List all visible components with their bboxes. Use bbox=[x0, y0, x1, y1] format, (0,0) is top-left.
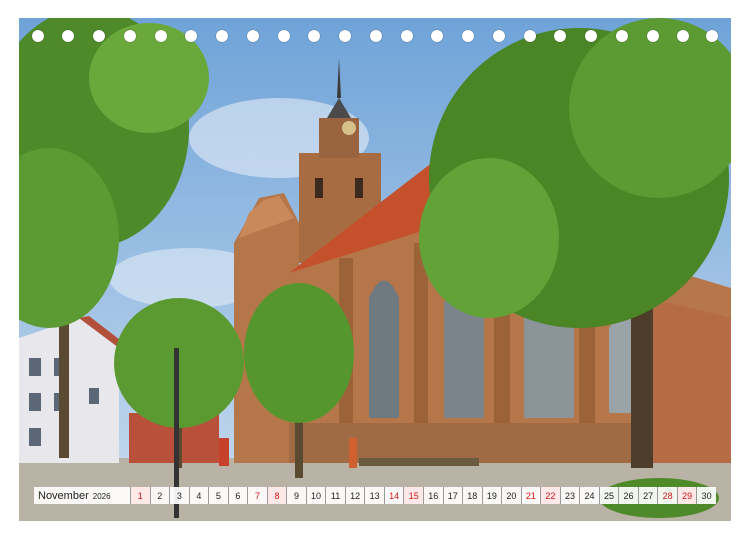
day-cell: 7 bbox=[247, 487, 267, 504]
day-cell: 26 bbox=[618, 487, 638, 504]
day-cell: 5 bbox=[208, 487, 228, 504]
day-cell: 15 bbox=[403, 487, 423, 504]
binding-hole bbox=[247, 30, 259, 42]
month-name: November bbox=[38, 489, 89, 502]
calendar-photo bbox=[19, 18, 731, 521]
binding-hole bbox=[647, 30, 659, 42]
binding-holes bbox=[19, 30, 731, 48]
binding-hole bbox=[93, 30, 105, 42]
white-house bbox=[19, 316, 124, 463]
binding-hole bbox=[401, 30, 413, 42]
day-cell: 29 bbox=[676, 487, 697, 504]
binding-hole bbox=[339, 30, 351, 42]
binding-hole bbox=[462, 30, 474, 42]
day-cell: 17 bbox=[442, 487, 463, 504]
brick-wall bbox=[649, 298, 731, 463]
day-cell: 27 bbox=[637, 487, 658, 504]
day-cell: 23 bbox=[559, 487, 580, 504]
binding-hole bbox=[370, 30, 382, 42]
binding-hole bbox=[308, 30, 320, 42]
binding-hole bbox=[493, 30, 505, 42]
binding-hole bbox=[124, 30, 136, 42]
day-cell: 18 bbox=[462, 487, 482, 504]
binding-hole bbox=[706, 30, 718, 42]
binding-hole bbox=[677, 30, 689, 42]
red-pillar bbox=[219, 438, 229, 466]
calendar-strip: November 2026 1 2 3 4 5 6 7 8 9 10 11 12 13 14 15 16 17 18… bbox=[34, 487, 716, 504]
day-cells: 1 2 3 4 5 6 7 8 9 10 11 12 13 14 15 16 17 18 19 20 21 22 23 24 2… bbox=[130, 487, 716, 504]
benches bbox=[359, 458, 479, 466]
binding-hole bbox=[62, 30, 74, 42]
day-cell: 28 bbox=[657, 487, 677, 504]
day-cell: 19 bbox=[481, 487, 502, 504]
day-cell: 20 bbox=[501, 487, 521, 504]
year: 2026 bbox=[92, 491, 111, 501]
day-cell: 22 bbox=[540, 487, 560, 504]
day-cell: 14 bbox=[383, 487, 404, 504]
day-cell: 30 bbox=[696, 487, 716, 504]
binding-hole bbox=[278, 30, 290, 42]
day-cell: 8 bbox=[266, 487, 287, 504]
binding-hole bbox=[431, 30, 443, 42]
day-cell: 9 bbox=[286, 487, 306, 504]
day-cell: 2 bbox=[149, 487, 170, 504]
month-label: November 2026 bbox=[34, 490, 130, 502]
day-cell: 21 bbox=[520, 487, 541, 504]
day-cell: 24 bbox=[579, 487, 599, 504]
church-scene bbox=[19, 18, 731, 521]
day-cell: 6 bbox=[227, 487, 248, 504]
day-cell: 13 bbox=[364, 487, 384, 504]
binding-hole bbox=[616, 30, 628, 42]
day-cell: 4 bbox=[188, 487, 209, 504]
binding-hole bbox=[155, 30, 167, 42]
day-cell: 10 bbox=[305, 487, 326, 504]
day-cell: 11 bbox=[325, 487, 345, 504]
binding-hole bbox=[185, 30, 197, 42]
day-cell: 12 bbox=[344, 487, 365, 504]
binding-hole bbox=[32, 30, 44, 42]
binding-hole bbox=[585, 30, 597, 42]
day-cell: 3 bbox=[169, 487, 189, 504]
binding-hole bbox=[524, 30, 536, 42]
day-cell: 16 bbox=[422, 487, 443, 504]
binding-hole bbox=[216, 30, 228, 42]
day-cell: 25 bbox=[598, 487, 619, 504]
binding-hole bbox=[554, 30, 566, 42]
day-cell: 1 bbox=[130, 487, 150, 504]
